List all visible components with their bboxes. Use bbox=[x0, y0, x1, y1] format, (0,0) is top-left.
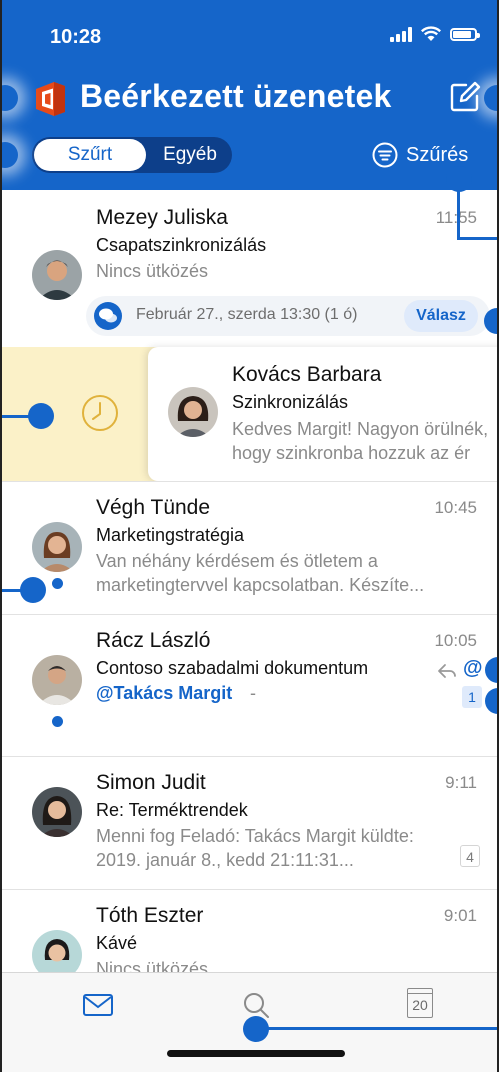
message-preview-line1: Kedves Margit! Nagyon örülnék, bbox=[232, 419, 489, 439]
chat-icon bbox=[94, 302, 122, 330]
message-row[interactable]: Végh Tünde 10:45 Marketingstratégia Van … bbox=[0, 482, 499, 614]
avatar bbox=[32, 250, 82, 300]
app-header: 10:28 Beérkezett üzenetek Szűrt Egyéb Sz… bbox=[0, 0, 499, 190]
message-row[interactable]: Simon Judit 9:11 Re: Terméktrendek Menni… bbox=[0, 757, 499, 889]
message-subject: Csapatszinkronizálás bbox=[96, 235, 267, 255]
calendar-day: 20 bbox=[412, 997, 428, 1013]
sender-name: Simon Judit bbox=[96, 771, 206, 794]
compose-icon[interactable] bbox=[448, 80, 482, 114]
callout-marker bbox=[28, 403, 54, 429]
message-time: 10:45 bbox=[434, 498, 477, 517]
signal-icon bbox=[390, 26, 412, 42]
message-preview-line2: 2019. január 8., kedd 21:11:31... bbox=[96, 850, 354, 870]
reply-button[interactable]: Válasz bbox=[404, 300, 478, 332]
message-preview: Nincs ütközés bbox=[96, 261, 209, 281]
message-row[interactable]: Rácz László 10:05 Contoso szabadalmi dok… bbox=[0, 615, 499, 756]
unread-dot bbox=[52, 578, 63, 589]
filter-label: Szűrés bbox=[406, 143, 469, 166]
focused-other-toggle: Szűrt Egyéb bbox=[32, 137, 232, 173]
message-preview-line2: hogy szinkronba hozzuk az ér bbox=[232, 443, 471, 463]
callout-marker bbox=[446, 166, 472, 192]
status-icons bbox=[390, 26, 480, 42]
status-time: 10:28 bbox=[50, 26, 102, 48]
sender-name: Tóth Eszter bbox=[96, 904, 204, 927]
wifi-icon bbox=[420, 26, 442, 41]
message-time: 9:01 bbox=[443, 906, 477, 925]
callout-line bbox=[0, 415, 30, 418]
message-list: Mezey Juliska 11:55 Csapatszinkronizálás… bbox=[0, 190, 499, 972]
thread-count-badge: 1 bbox=[462, 686, 482, 708]
battery-icon bbox=[450, 27, 480, 41]
avatar bbox=[32, 655, 82, 705]
message-subject: Marketingstratégia bbox=[96, 525, 245, 545]
home-indicator bbox=[167, 1050, 345, 1057]
search-icon bbox=[244, 993, 269, 1018]
office-logo-icon[interactable] bbox=[32, 80, 68, 118]
message-row[interactable]: Mezey Juliska 11:55 Csapatszinkronizálás… bbox=[0, 190, 499, 347]
calendar-icon: 20 bbox=[407, 988, 433, 1018]
message-row-swiped[interactable]: Kovács Barbara Szinkronizálás Kedves Mar… bbox=[148, 347, 499, 481]
event-invite-bar: Február 27., szerda 13:30 (1 ó) Válasz bbox=[86, 296, 490, 336]
avatar bbox=[32, 930, 82, 972]
message-subject: Re: Terméktrendek bbox=[96, 800, 248, 820]
page-title: Beérkezett üzenetek bbox=[80, 78, 392, 114]
sender-name: Mezey Juliska bbox=[96, 206, 228, 229]
message-row[interactable]: Tóth Eszter 9:01 Kávé Nincs ütközés bbox=[0, 890, 499, 972]
message-subject: Kávé bbox=[96, 933, 138, 953]
callout-line bbox=[0, 589, 22, 592]
avatar bbox=[32, 787, 82, 837]
sender-name: Rácz László bbox=[96, 629, 211, 652]
message-subject: Contoso szabadalmi dokumentum bbox=[96, 658, 369, 678]
message-preview-line1: Van néhány kérdésem és ötletem a bbox=[96, 551, 378, 571]
clock-icon[interactable] bbox=[80, 393, 120, 433]
avatar bbox=[32, 522, 82, 572]
callout-line bbox=[262, 1027, 499, 1030]
sender-name: Végh Tünde bbox=[96, 496, 211, 519]
mention-text: @Takács Margit bbox=[96, 683, 233, 703]
mail-icon bbox=[83, 994, 113, 1016]
callout-marker bbox=[20, 577, 46, 603]
tab-mail[interactable] bbox=[74, 985, 122, 1025]
tab-focused[interactable]: Szűrt bbox=[34, 139, 146, 171]
avatar bbox=[168, 387, 218, 437]
tab-other[interactable]: Egyéb bbox=[152, 139, 228, 171]
tab-calendar[interactable]: 20 bbox=[396, 983, 444, 1023]
filter-icon bbox=[372, 142, 398, 168]
callout-marker bbox=[243, 1016, 269, 1042]
sender-name: Kovács Barbara bbox=[232, 363, 382, 386]
callout-line bbox=[457, 237, 499, 240]
message-subject: Szinkronizálás bbox=[232, 392, 349, 412]
at-icon: @ bbox=[463, 657, 483, 679]
message-time: 9:11 bbox=[445, 773, 477, 792]
message-preview-line2: marketingtervvel kapcsolatban. Készíte..… bbox=[96, 575, 425, 595]
reply-icon bbox=[438, 664, 456, 678]
unread-dot bbox=[52, 716, 63, 727]
message-preview-line1: Menni fog Feladó: Takács Margit küldte: bbox=[96, 826, 414, 846]
message-time: 10:05 bbox=[434, 631, 477, 650]
thread-count-badge: 4 bbox=[460, 845, 480, 867]
filter-button[interactable]: Szűrés bbox=[372, 142, 468, 168]
mention-suffix: - bbox=[250, 683, 256, 703]
message-preview: Nincs ütközés bbox=[96, 959, 209, 972]
event-text: Február 27., szerda 13:30 (1 ó) bbox=[136, 306, 358, 323]
